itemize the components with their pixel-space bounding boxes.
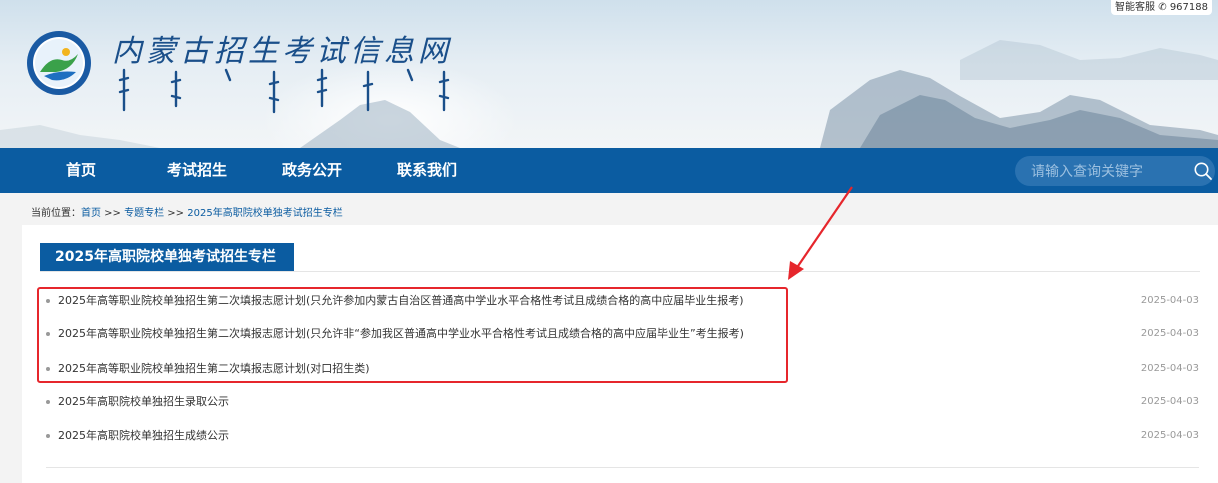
breadcrumb-separator: >> <box>164 208 188 219</box>
bullet-icon <box>46 400 50 404</box>
article-title[interactable]: 2025年高职院校单独招生成绩公示 <box>58 426 229 446</box>
service-number: 967188 <box>1169 2 1208 13</box>
service-label: 智能客服 <box>1115 2 1156 13</box>
search-input[interactable] <box>1029 156 1183 188</box>
nav-item-home[interactable]: 首页 <box>66 148 96 193</box>
nav-item-government[interactable]: 政务公开 <box>282 148 342 193</box>
phone-icon: ✆ <box>1158 2 1167 13</box>
smart-service-badge[interactable]: 智能客服 ✆ 967188 <box>1111 0 1212 15</box>
list-item[interactable]: 2025年高职院校单独招生录取公示 2025-04-03 <box>46 392 1199 412</box>
highlight-box <box>37 287 788 383</box>
list-divider <box>46 467 1199 468</box>
article-date: 2025-04-03 <box>1140 396 1199 407</box>
bullet-icon <box>46 434 50 438</box>
article-date: 2025-04-03 <box>1140 328 1199 339</box>
breadcrumb-current[interactable]: 2025年高职院校单独考试招生专栏 <box>187 208 342 219</box>
site-header-banner: 智能客服 ✆ 967188 内蒙古招生考试信息网 <box>0 0 1218 148</box>
search-icon[interactable] <box>1193 161 1213 181</box>
site-logo-icon[interactable] <box>26 30 92 96</box>
article-date: 2025-04-03 <box>1140 363 1199 374</box>
nav-item-contact[interactable]: 联系我们 <box>397 148 457 193</box>
section-divider <box>40 271 1200 272</box>
annotation-arrow-icon <box>788 186 853 280</box>
breadcrumb-prefix: 当前位置： <box>31 208 81 219</box>
list-item[interactable]: 2025年高职院校单独招生成绩公示 2025-04-03 <box>46 426 1199 446</box>
search-box <box>1015 156 1215 188</box>
nav-item-exams[interactable]: 考试招生 <box>167 148 227 193</box>
section-title: 2025年高职院校单独考试招生专栏 <box>40 243 294 271</box>
site-title: 内蒙古招生考试信息网 <box>112 34 452 69</box>
breadcrumb-home[interactable]: 首页 <box>81 208 101 219</box>
article-date: 2025-04-03 <box>1140 295 1199 306</box>
breadcrumb-separator: >> <box>101 208 125 219</box>
breadcrumb: 当前位置：首页 >> 专题专栏 >> 2025年高职院校单独考试招生专栏 <box>31 204 343 219</box>
article-title[interactable]: 2025年高职院校单独招生录取公示 <box>58 392 229 412</box>
mongolian-script-logo <box>118 68 450 114</box>
breadcrumb-topics[interactable]: 专题专栏 <box>124 208 164 219</box>
article-date: 2025-04-03 <box>1140 430 1199 441</box>
